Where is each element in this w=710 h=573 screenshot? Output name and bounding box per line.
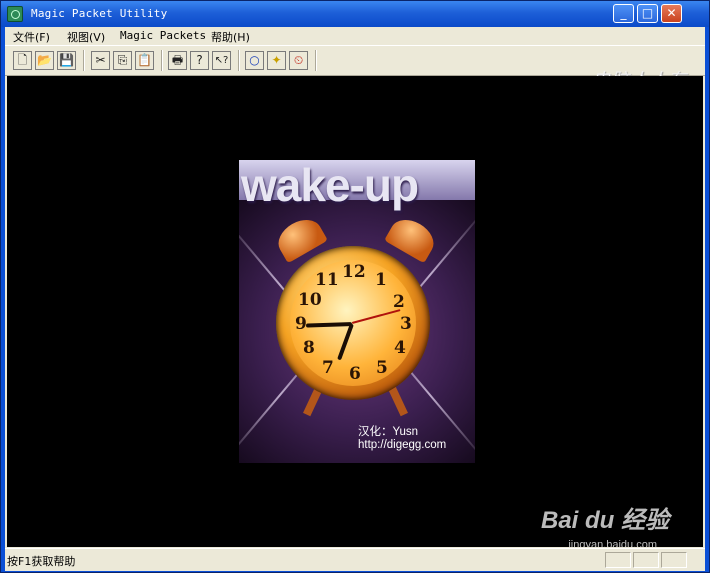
alarm-clock: 12 1 2 3 4 5 6 7 8 9 10 11 — [276, 246, 430, 400]
clock-face: 12 1 2 3 4 5 6 7 8 9 10 11 — [290, 260, 416, 386]
second-hand — [351, 309, 401, 324]
clock-number: 3 — [400, 314, 412, 334]
clock-number: 12 — [342, 262, 366, 282]
window-title: Magic Packet Utility — [31, 7, 168, 20]
status-panel — [661, 552, 687, 568]
status-bar: 按F1获取帮助 — [5, 548, 705, 571]
paste-icon[interactable]: 📋 — [135, 51, 154, 70]
menu-help[interactable]: 帮助(H) — [211, 29, 250, 45]
clock-number: 10 — [298, 290, 322, 310]
title-bar[interactable]: Magic Packet Utility _ □ ✕ — [1, 1, 709, 27]
copy-icon[interactable]: ⎘ — [113, 51, 132, 70]
print-icon[interactable]: 🖶 — [168, 51, 187, 70]
maximize-button[interactable]: □ — [637, 4, 658, 23]
wake-icon[interactable]: ✦ — [267, 51, 286, 70]
toolbar: 🗋 📂 💾 ✂ ⎘ 📋 🖶 ? ↖? ○ ✦ ⏲ 电脑人人有 — [5, 45, 705, 91]
clock-number: 4 — [394, 338, 406, 358]
clock-number: 1 — [375, 270, 387, 290]
clock-icon[interactable]: ⏲ — [289, 51, 308, 70]
minimize-button[interactable]: _ — [613, 4, 634, 23]
clock-number: 5 — [376, 358, 388, 378]
website-credit: http://digegg.com — [358, 439, 447, 451]
translator-credit: 汉化：Yusn — [358, 426, 419, 438]
app-window: Magic Packet Utility _ □ ✕ 文件(F) 视图(V) M… — [0, 0, 710, 573]
circle-icon[interactable]: ○ — [245, 51, 264, 70]
toolbar-separator — [315, 50, 317, 71]
menu-view[interactable]: 视图(V) — [67, 29, 105, 45]
clock-number: 11 — [315, 270, 339, 290]
clock-number: 6 — [349, 364, 361, 384]
minute-hand — [305, 322, 353, 328]
status-panel — [633, 552, 659, 568]
document-view[interactable]: wake-up 12 1 2 3 4 5 6 7 8 9 10 11 汉化：Yu… — [7, 76, 703, 547]
open-folder-icon[interactable]: 📂 — [35, 51, 54, 70]
help-icon[interactable]: ? — [190, 51, 209, 70]
splash-image: wake-up 12 1 2 3 4 5 6 7 8 9 10 11 汉化：Yu… — [239, 160, 475, 463]
save-icon[interactable]: 💾 — [57, 51, 76, 70]
client-area: 文件(F) 视图(V) Magic Packets 帮助(H) 🗋 📂 💾 ✂ … — [5, 27, 705, 571]
baidu-watermark: Bai du 经验 — [540, 507, 669, 534]
toolbar-separator — [238, 50, 240, 71]
clock-number: 7 — [322, 358, 334, 378]
new-file-icon[interactable]: 🗋 — [13, 51, 32, 70]
toolbar-separator — [83, 50, 85, 71]
status-panel — [605, 552, 631, 568]
baidu-watermark-url: jingyan.baidu.com — [568, 539, 657, 547]
splash-headline: wake-up — [241, 160, 419, 211]
close-button[interactable]: ✕ — [661, 4, 682, 23]
hour-hand — [337, 323, 354, 361]
menu-file[interactable]: 文件(F) — [13, 29, 50, 45]
cut-icon[interactable]: ✂ — [91, 51, 110, 70]
clock-number: 8 — [303, 338, 315, 358]
menu-magic-packets[interactable]: Magic Packets — [120, 29, 206, 42]
app-icon[interactable] — [7, 6, 23, 22]
status-text: 按F1获取帮助 — [7, 555, 76, 568]
menu-bar: 文件(F) 视图(V) Magic Packets 帮助(H) — [5, 27, 705, 45]
context-help-icon[interactable]: ↖? — [212, 51, 231, 70]
toolbar-separator — [161, 50, 163, 71]
